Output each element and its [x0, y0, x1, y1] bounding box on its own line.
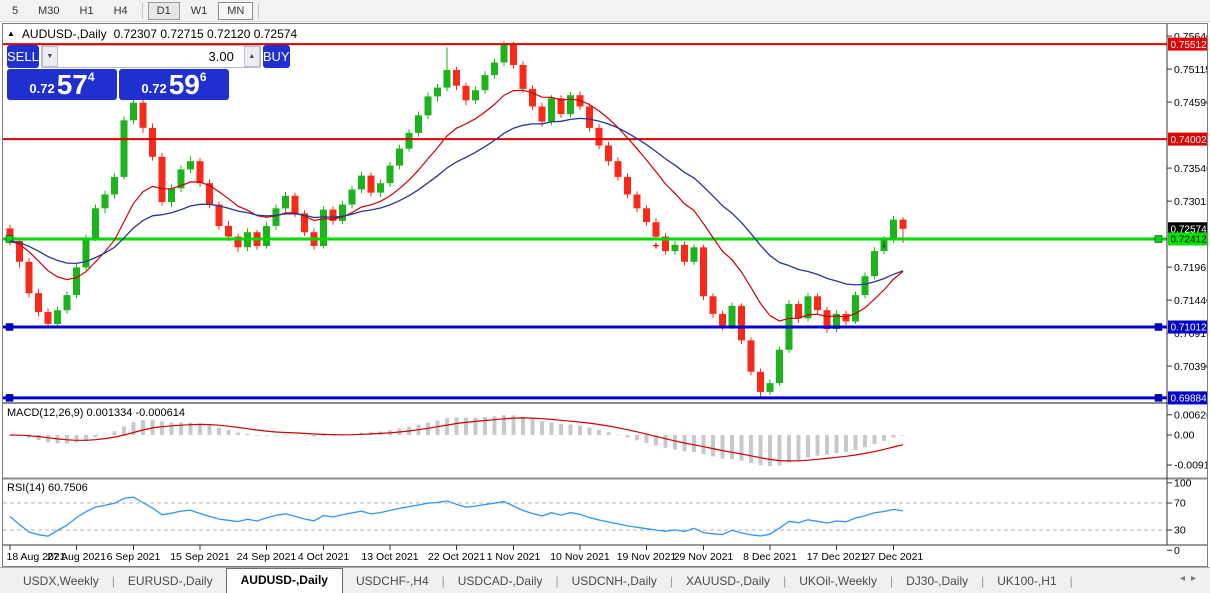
ohlc-quote: 0.72307 0.72715 0.72120 0.72574	[114, 27, 298, 41]
tab-usdcnh-daily[interactable]: USDCNH-,Daily	[559, 570, 670, 593]
sell-price-main: 57	[57, 72, 88, 98]
svg-text:0.73015: 0.73015	[1174, 196, 1207, 208]
timeframe-button-mn[interactable]: MN	[218, 2, 253, 20]
buy-price-prefix: 0.72	[141, 81, 166, 96]
tab-dj30-daily[interactable]: DJ30-,Daily	[893, 570, 981, 593]
buy-price-tile[interactable]: 0.72 59 6	[119, 69, 229, 100]
tab-scroll-left-icon[interactable]: ◂	[1180, 573, 1191, 584]
svg-text:100: 100	[1174, 477, 1192, 489]
timeframe-button-m30[interactable]: M30	[29, 2, 68, 20]
toolbar-separator	[142, 3, 143, 19]
timeframe-button-w1[interactable]: W1	[182, 2, 217, 20]
volume-input[interactable]	[58, 46, 244, 67]
svg-text:0.74590: 0.74590	[1174, 97, 1207, 109]
svg-text:-0.009197: -0.009197	[1174, 460, 1207, 472]
volume-down-icon[interactable]: ▼	[42, 46, 58, 67]
volume-stepper: ▼ ▲	[41, 45, 261, 68]
symbol-tab-bar: USDX,Weekly | EURUSD-,Daily AUDUSD-,Daily…	[0, 567, 1210, 593]
timeframe-toolbar: 5 M30 H1 H4 D1 W1 MN	[0, 0, 1210, 22]
svg-text:1 Nov 2021: 1 Nov 2021	[487, 551, 541, 563]
symbol-label: AUDUSD-,Daily	[22, 27, 107, 41]
timeframe-button-h1[interactable]: H1	[71, 2, 103, 20]
sell-price-sup: 4	[88, 70, 95, 84]
svg-text:0.75115: 0.75115	[1174, 64, 1207, 76]
svg-text:MACD(12,26,9) 0.001334 -0.0006: MACD(12,26,9) 0.001334 -0.000614	[7, 407, 185, 419]
svg-text:8 Dec 2021: 8 Dec 2021	[743, 551, 797, 563]
tab-xauusd-daily[interactable]: XAUUSD-,Daily	[673, 570, 783, 593]
svg-text:27 Aug 2021: 27 Aug 2021	[47, 551, 106, 563]
svg-text:0.006201: 0.006201	[1174, 410, 1207, 422]
tab-separator: |	[1070, 574, 1073, 593]
timeframe-button-d1[interactable]: D1	[148, 2, 180, 20]
svg-text:15 Sep 2021: 15 Sep 2021	[170, 551, 230, 563]
tab-usdcad-daily[interactable]: USDCAD-,Daily	[445, 570, 556, 593]
tab-scroll-right-icon[interactable]: ▸	[1191, 573, 1202, 584]
svg-text:6 Sep 2021: 6 Sep 2021	[107, 551, 161, 563]
svg-text:0.73540: 0.73540	[1174, 163, 1207, 175]
svg-text:10 Nov 2021: 10 Nov 2021	[550, 551, 610, 563]
tab-scroll-arrows[interactable]: ◂▸	[1180, 573, 1202, 584]
svg-text:4 Oct 2021: 4 Oct 2021	[298, 551, 350, 563]
volume-up-icon[interactable]: ▲	[244, 46, 260, 67]
svg-text:0.71012: 0.71012	[1171, 323, 1208, 334]
svg-text:0.72412: 0.72412	[1171, 235, 1208, 246]
buy-price-main: 59	[169, 72, 200, 98]
chart-title: ▲ AUDUSD-,Daily 0.72307 0.72715 0.72120 …	[7, 26, 297, 41]
sell-price-prefix: 0.72	[29, 81, 54, 96]
timeframe-button-m5[interactable]: 5	[3, 2, 27, 20]
svg-text:30: 30	[1174, 525, 1186, 537]
tab-usdx-weekly[interactable]: USDX,Weekly	[10, 570, 112, 593]
svg-text:0.75512: 0.75512	[1171, 40, 1208, 51]
buy-button[interactable]: BUY	[263, 45, 290, 68]
tab-ukoil-weekly[interactable]: UKOil-,Weekly	[786, 570, 890, 593]
svg-text:0.69884: 0.69884	[1171, 394, 1208, 405]
tab-audusd-daily[interactable]: AUDUSD-,Daily	[226, 568, 343, 593]
toolbar-separator	[258, 3, 259, 19]
sell-button[interactable]: SELL	[7, 45, 39, 68]
svg-text:0.74002: 0.74002	[1171, 135, 1208, 146]
svg-text:17 Dec 2021: 17 Dec 2021	[807, 551, 867, 563]
svg-text:+: +	[653, 240, 659, 252]
chart-window: ↓+0.756400.751150.745900.735400.730150.7…	[2, 23, 1208, 567]
svg-text:27 Dec 2021: 27 Dec 2021	[864, 551, 924, 563]
svg-text:29 Nov 2021: 29 Nov 2021	[674, 551, 734, 563]
svg-text:0: 0	[1174, 545, 1180, 557]
svg-text:↓: ↓	[881, 238, 887, 250]
buy-price-sup: 6	[200, 70, 207, 84]
sell-price-tile[interactable]: 0.72 57 4	[7, 69, 117, 100]
tab-usdchf-h4[interactable]: USDCHF-,H4	[343, 570, 442, 593]
svg-text:0.00: 0.00	[1174, 430, 1195, 442]
timeframe-button-h4[interactable]: H4	[105, 2, 137, 20]
svg-text:70: 70	[1174, 498, 1186, 510]
one-click-trade-panel: SELL ▼ ▲ BUY 0.72 57 4 0.72 59 6	[7, 45, 229, 101]
tab-eurusd-daily[interactable]: EURUSD-,Daily	[115, 570, 226, 593]
svg-text:22 Oct 2021: 22 Oct 2021	[428, 551, 485, 563]
svg-text:13 Oct 2021: 13 Oct 2021	[361, 551, 418, 563]
svg-text:19 Nov 2021: 19 Nov 2021	[617, 551, 677, 563]
tab-uk100-h1[interactable]: UK100-,H1	[984, 570, 1069, 593]
svg-text:0.70390: 0.70390	[1174, 361, 1207, 373]
chart-canvas[interactable]: ↓+0.756400.751150.745900.735400.730150.7…	[3, 24, 1207, 566]
collapse-icon[interactable]: ▲	[7, 29, 15, 38]
svg-text:0.71965: 0.71965	[1174, 262, 1207, 274]
svg-text:RSI(14) 60.7506: RSI(14) 60.7506	[7, 482, 88, 494]
svg-text:24 Sep 2021: 24 Sep 2021	[237, 551, 297, 563]
svg-text:0.71440: 0.71440	[1174, 295, 1207, 307]
